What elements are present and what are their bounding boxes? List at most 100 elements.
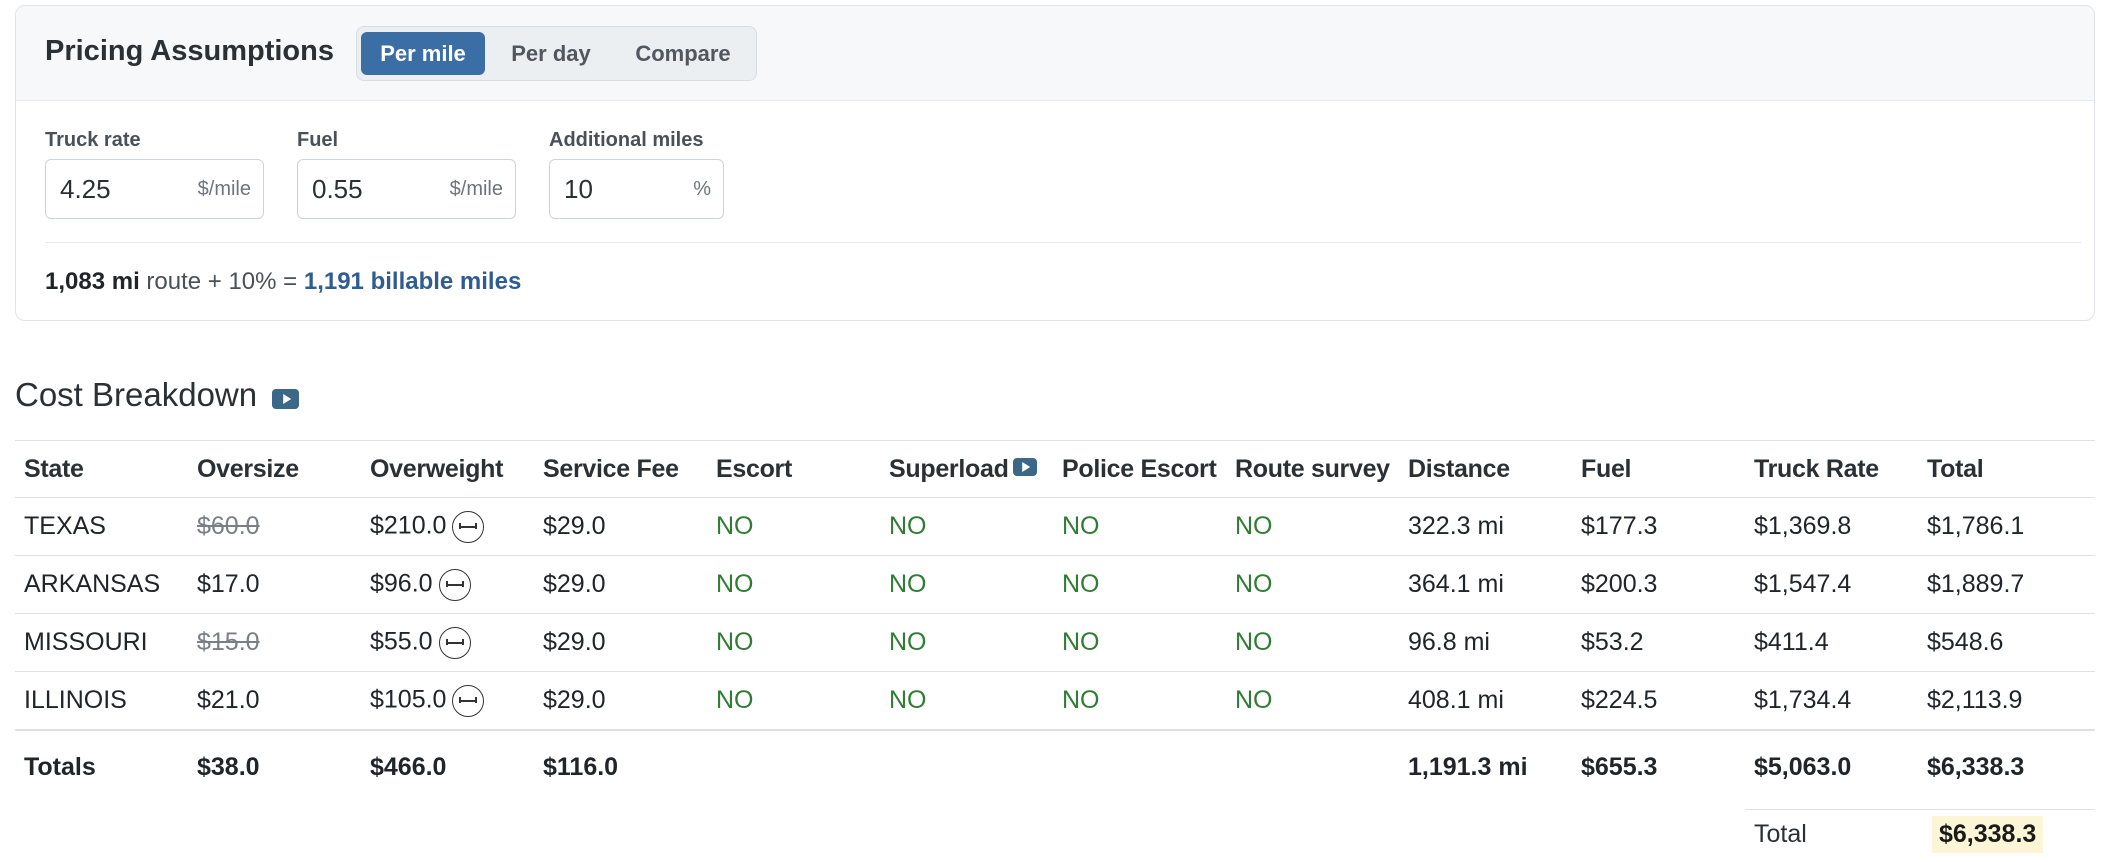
axle-icon[interactable] [438,568,471,601]
overweight-cell: $96.0 [361,555,534,614]
axle-icon[interactable] [452,684,485,717]
police-escort-cell: NO [1053,671,1226,731]
overweight-cell: $210.0 [361,497,534,556]
overweight-value: $96.0 [370,569,433,598]
totals-police-escort [1053,729,1226,803]
additional-miles-unit: % [693,178,711,200]
additional-miles-input[interactable]: 10 % [549,159,724,219]
superload-cell: NO [880,613,1053,672]
col-total: Total [1918,440,2095,498]
totals-row: Totals $38.0 $466.0 $116.0 1,191.3 mi $6… [15,729,2095,803]
col-superload-label: Superload [889,454,1009,483]
totals-superload [880,729,1053,803]
oversize-value: $60.0 [197,512,260,540]
fuel-input[interactable]: 0.55 $/mile [297,159,516,219]
oversize-value: $17.0 [197,570,260,598]
police-escort-cell: NO [1053,613,1226,672]
table-header-row: State Oversize Overweight Service Fee Es… [15,440,2095,498]
fuel-label: Fuel [297,129,339,151]
total-cell: $1,889.7 [1918,555,2095,614]
totals-distance: 1,191.3 mi [1399,729,1572,803]
grand-total: Total $6,338.3 [1745,809,2095,862]
totals-service-fee: $116.0 [534,729,707,803]
truck-rate-input[interactable]: 4.25 $/mile [45,159,264,219]
mode-per-day-button[interactable]: Per day [492,32,610,75]
oversize-value: $15.0 [197,628,260,656]
distance-cell: 364.1 mi [1399,555,1572,614]
overweight-value: $210.0 [370,511,447,540]
truck-rate-cell: $411.4 [1745,613,1918,672]
truck-rate-value[interactable]: 4.25 [60,160,111,218]
escort-cell: NO [707,555,880,614]
state-cell: TEXAS [15,497,188,556]
col-route-survey: Route survey [1226,440,1399,498]
truck-rate-cell: $1,547.4 [1745,555,1918,614]
escort-cell: NO [707,613,880,672]
state-cell: ILLINOIS [15,671,188,731]
truck-rate-cell: $1,369.8 [1745,497,1918,556]
additional-miles-label: Additional miles [549,129,704,151]
service-fee-cell: $29.0 [534,671,707,731]
totals-route-survey [1226,729,1399,803]
video-play-icon[interactable] [1012,457,1037,476]
escort-cell: NO [707,671,880,731]
route-survey-cell: NO [1226,497,1399,556]
col-distance: Distance [1399,440,1572,498]
table-row: TEXAS $60.0 $210.0 $29.0 NO NO NO NO 322… [15,497,2095,556]
col-oversize: Oversize [188,440,361,498]
fuel-cell: $224.5 [1572,671,1745,731]
col-escort: Escort [707,440,880,498]
col-service-fee: Service Fee [534,440,707,498]
fuel-value[interactable]: 0.55 [312,160,363,218]
truck-rate-label: Truck rate [45,129,141,151]
axle-icon[interactable] [452,510,485,543]
oversize-cell: $21.0 [188,671,361,731]
total-cell: $548.6 [1918,613,2095,672]
billable-miles: 1,191 billable miles [303,268,522,295]
totals-total: $6,338.3 [1918,729,2095,803]
overweight-cell: $55.0 [361,613,534,672]
mode-compare-button[interactable]: Compare [617,32,749,75]
col-police-escort: Police Escort [1053,440,1226,498]
state-cell: MISSOURI [15,613,188,672]
total-cell: $1,786.1 [1918,497,2095,556]
col-superload: Superload [880,440,1053,498]
total-cell: $2,113.9 [1918,671,2095,731]
summary-text: route + 10% = [139,268,304,295]
grand-total-label: Total [1754,820,1807,848]
grand-total-value: $6,338.3 [1932,816,2044,853]
truck-rate-cell: $1,734.4 [1745,671,1918,731]
axle-icon[interactable] [438,626,471,659]
overweight-value: $55.0 [370,627,433,656]
police-escort-cell: NO [1053,497,1226,556]
pricing-divider [45,242,2081,243]
state-cell: ARKANSAS [15,555,188,614]
pricing-card-header: Pricing Assumptions Per mile Per day Com… [16,6,2094,101]
oversize-cell: $60.0 [188,497,361,556]
totals-fuel: $655.3 [1572,729,1745,803]
superload-cell: NO [880,671,1053,731]
route-survey-cell: NO [1226,671,1399,731]
col-fuel: Fuel [1572,440,1745,498]
col-overweight: Overweight [361,440,534,498]
totals-escort [707,729,880,803]
video-play-icon[interactable] [272,389,299,409]
col-truck-rate: Truck Rate [1745,440,1918,498]
overweight-cell: $105.0 [361,671,534,731]
fuel-cell: $177.3 [1572,497,1745,556]
cost-breakdown-table: State Oversize Overweight Service Fee Es… [15,440,2095,803]
totals-oversize: $38.0 [188,729,361,803]
mode-per-mile-button[interactable]: Per mile [361,32,485,75]
additional-miles-value[interactable]: 10 [564,160,593,218]
billable-miles-summary: 1,083 mi route + 10% = 1,191 billable mi… [45,268,521,296]
truck-rate-unit: $/mile [197,178,251,200]
service-fee-cell: $29.0 [534,613,707,672]
pricing-title: Pricing Assumptions [45,35,334,67]
distance-cell: 322.3 mi [1399,497,1572,556]
pricing-assumptions-card: Pricing Assumptions Per mile Per day Com… [15,5,2095,321]
oversize-cell: $17.0 [188,555,361,614]
totals-truck-rate: $5,063.0 [1745,729,1918,803]
route-survey-cell: NO [1226,555,1399,614]
fuel-cell: $200.3 [1572,555,1745,614]
superload-cell: NO [880,555,1053,614]
